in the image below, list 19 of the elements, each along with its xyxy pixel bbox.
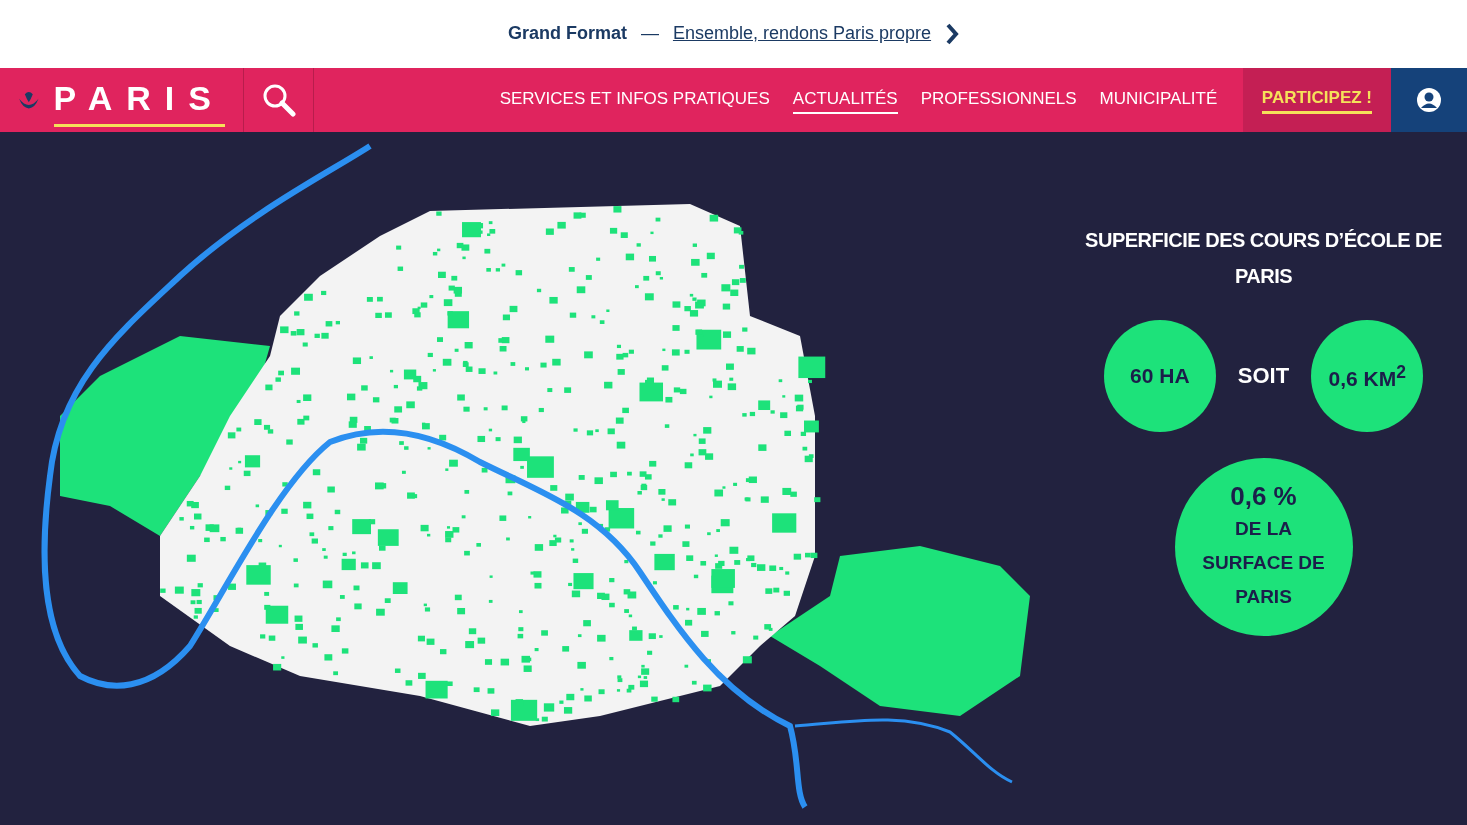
nav-link[interactable]: ACTUALITÉS bbox=[781, 67, 910, 132]
banner-link[interactable]: Ensemble, rendons Paris propre bbox=[672, 23, 932, 45]
share-value: 0,6 % bbox=[1230, 480, 1297, 512]
account-button[interactable] bbox=[1391, 67, 1467, 132]
stats-title: SUPERFICIE DES COURS D’ÉCOLE DE PARIS bbox=[1084, 228, 1443, 289]
user-icon bbox=[1416, 86, 1442, 113]
nav-link[interactable]: MUNICIPALITÉ bbox=[1088, 67, 1229, 132]
connector-text: SOIT bbox=[1237, 363, 1290, 389]
nav-link[interactable]: PROFESSIONNELS bbox=[909, 67, 1089, 132]
banner-label: Grand Format bbox=[507, 23, 627, 45]
share-label: DE LA SURFACE DE PARIS bbox=[1201, 516, 1326, 609]
chevron-icon[interactable] bbox=[945, 21, 960, 46]
nav-link[interactable]: SERVICES ET INFOS PRATIQUES bbox=[488, 67, 782, 132]
area-circle: 60 HA bbox=[1103, 320, 1216, 432]
participate-button[interactable]: PARTICIPEZ ! bbox=[1242, 67, 1391, 132]
area-circle: 0,6 KM$^{2}$ bbox=[1311, 320, 1424, 432]
search-icon bbox=[261, 82, 296, 117]
banner-separator: — bbox=[640, 23, 659, 45]
logo[interactable]: PARIS bbox=[0, 67, 244, 132]
